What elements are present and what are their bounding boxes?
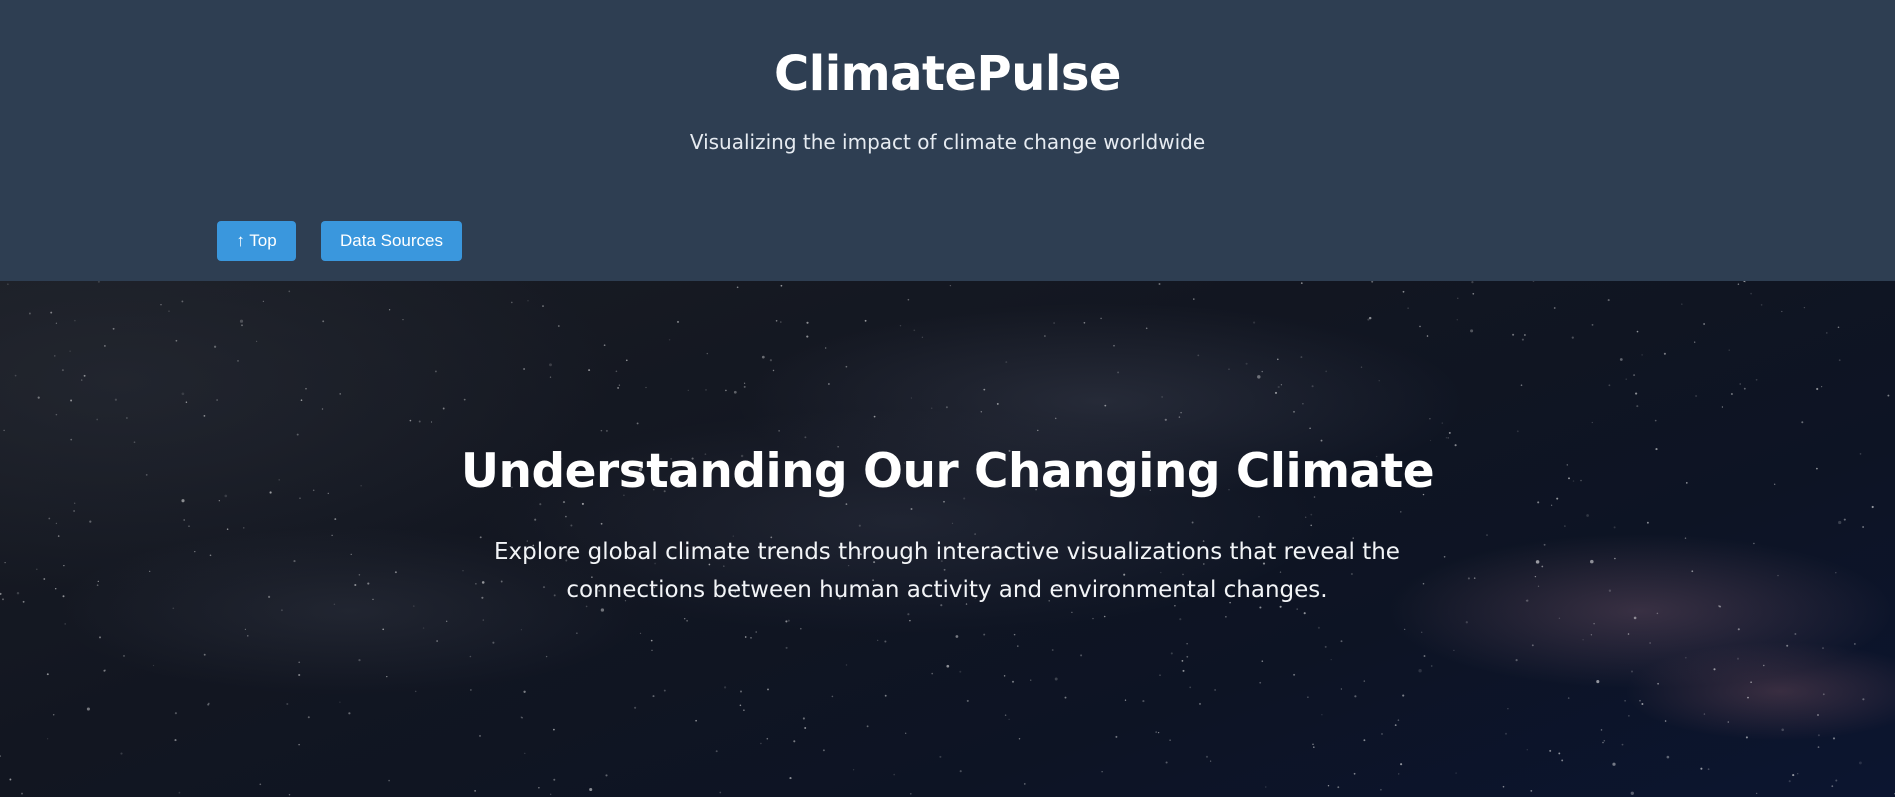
data-sources-button[interactable]: Data Sources [321,221,462,261]
back-to-top-button[interactable]: ↑ Top [217,221,296,261]
hero-heading: Understanding Our Changing Climate [460,444,1435,499]
site-title: ClimatePulse [774,46,1121,102]
hero-description: Explore global climate trends through in… [494,539,1400,603]
site-header: ClimatePulse Visualizing the impact of c… [0,0,1895,281]
hero-section: Understanding Our Changing Climate Explo… [0,281,1895,797]
site-tagline: Visualizing the impact of climate change… [689,130,1206,154]
